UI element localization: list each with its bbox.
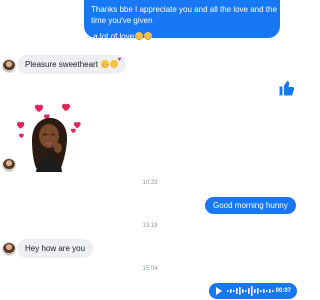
message-line: Thanks bbe I appreciate you and all the …: [91, 5, 277, 14]
incoming-message[interactable]: Pleasure sweetheart: [17, 55, 127, 74]
incoming-message[interactable]: Hey how are you: [17, 239, 94, 258]
smiling-face-with-hearts-icon: [110, 57, 121, 68]
message-line: time you've given: [91, 16, 153, 25]
message-text: Hey how are you: [25, 244, 86, 253]
avatar[interactable]: [2, 59, 16, 73]
voice-message[interactable]: 00:07: [209, 283, 297, 299]
play-icon[interactable]: [216, 287, 222, 295]
chat-thread: Thanks bbe I appreciate you and all the …: [0, 0, 300, 300]
blushing-emoji-icon: [144, 32, 153, 40]
girl-with-hearts-sticker[interactable]: [14, 100, 84, 172]
outgoing-message[interactable]: Thanks bbe I appreciate you and all the …: [84, 0, 280, 41]
timestamp: 10:23: [142, 180, 158, 186]
blushing-emoji-icon: [135, 32, 144, 40]
thumbs-up-icon[interactable]: [278, 79, 296, 97]
avatar[interactable]: [2, 158, 16, 172]
message-text: Good morning hunny: [213, 201, 288, 210]
blushing-emoji-icon: [101, 60, 110, 68]
message-text: Pleasure sweetheart: [25, 60, 98, 69]
waveform-icon[interactable]: [227, 286, 275, 296]
outgoing-message[interactable]: Good morning hunny: [205, 197, 296, 214]
audio-duration: 00:07: [275, 288, 291, 294]
message-text: .a lot of love: [91, 32, 135, 41]
message-line: .a lot of love: [91, 31, 280, 42]
timestamp: 15:04: [142, 266, 158, 272]
avatar[interactable]: [2, 242, 16, 256]
timestamp: 13:19: [142, 223, 158, 229]
